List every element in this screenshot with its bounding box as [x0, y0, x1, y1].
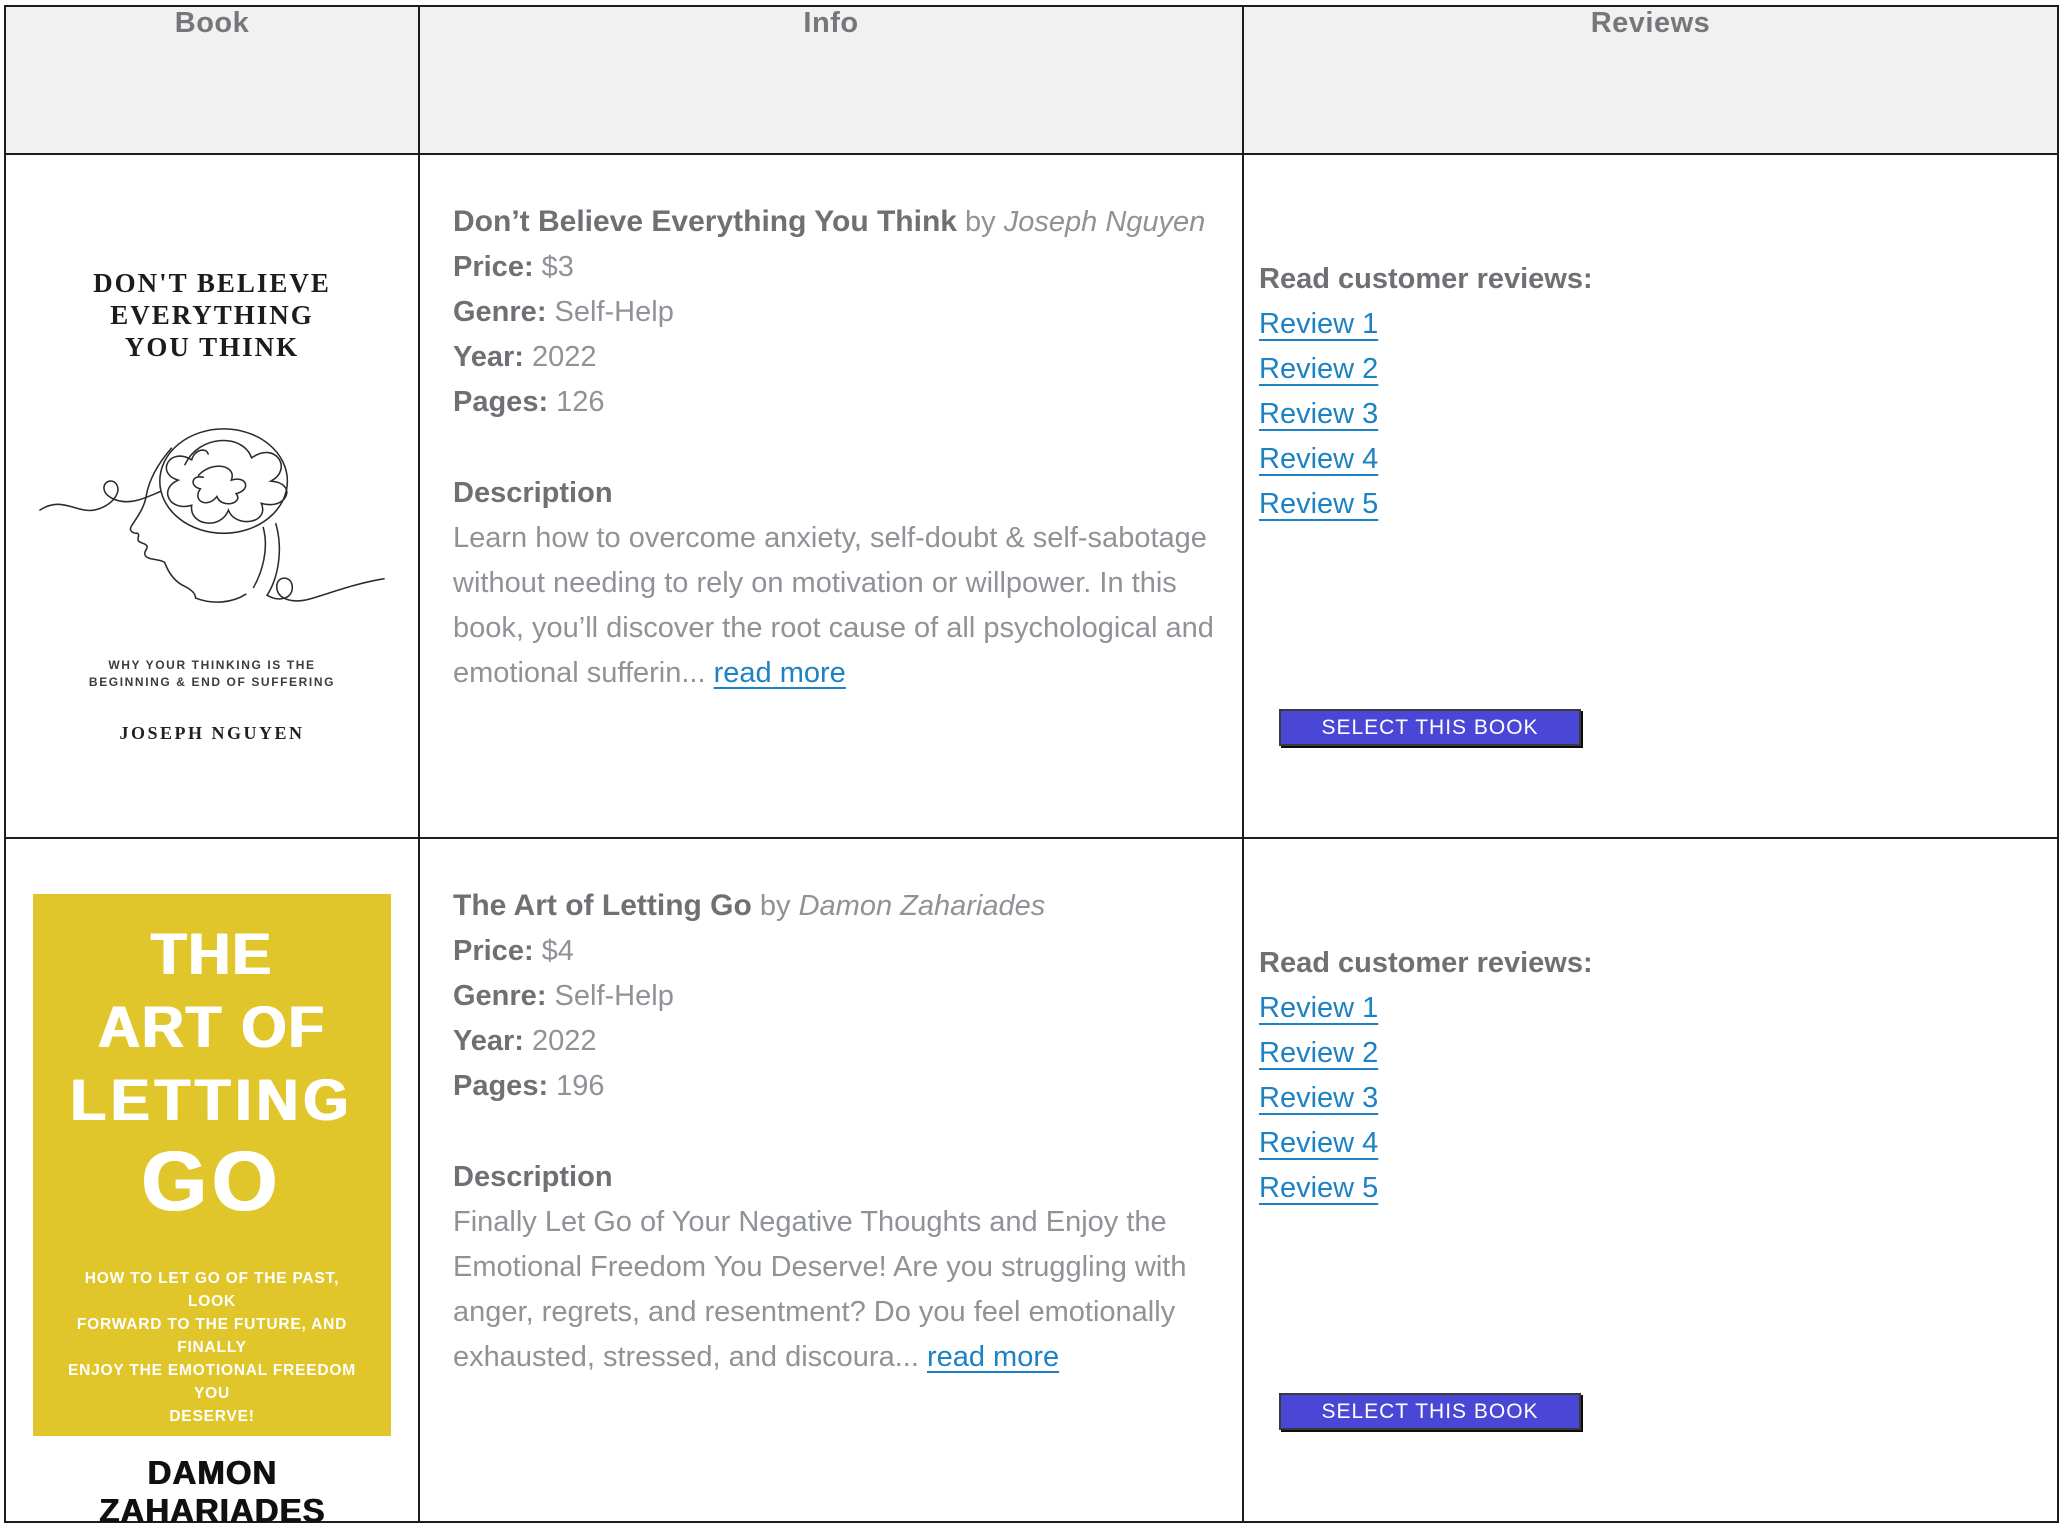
table-row: THE ART OF LETTING GO HOW TO LET GO OF T…: [5, 838, 2058, 1522]
description-text: Finally Let Go of Your Negative Thoughts…: [453, 1206, 1186, 1373]
cover-title-line: GO: [33, 1137, 391, 1225]
cover-subtitle-line: ENJOY THE EMOTIONAL FREEDOM YOU: [59, 1359, 365, 1405]
select-this-book-button[interactable]: SELECT THIS BOOK: [1279, 1393, 1581, 1430]
price-value: $3: [542, 251, 574, 283]
cover-author: JOSEPH NGUYEN: [33, 723, 391, 744]
pages-value: 126: [556, 386, 604, 418]
price-label: Price:: [453, 251, 534, 283]
review-link-4[interactable]: Review 4: [1259, 437, 1378, 482]
year-value: 2022: [532, 1025, 597, 1057]
cover-subtitle: WHY YOUR THINKING IS THE BEGINNING & END…: [33, 657, 391, 691]
cover-subtitle-line: WHY YOUR THINKING IS THE: [33, 657, 391, 674]
year-label: Year:: [453, 1025, 524, 1057]
book-title: The Art of Letting Go: [453, 889, 752, 922]
cover-title-line: THE: [33, 918, 391, 991]
description-block: Description Learn how to overcome anxiet…: [453, 471, 1223, 696]
genre-line: Genre: Self-Help: [453, 974, 1223, 1019]
book-info-cell: The Art of Letting Go by Damon Zahariade…: [419, 838, 1243, 1522]
genre-value: Self-Help: [555, 296, 674, 328]
book-info: The Art of Letting Go by Damon Zahariade…: [453, 883, 1223, 1380]
column-header-reviews: Reviews: [1243, 6, 2058, 154]
pages-label: Pages:: [453, 386, 548, 418]
select-this-book-button[interactable]: SELECT THIS BOOK: [1279, 709, 1581, 746]
price-value: $4: [542, 935, 574, 967]
pages-line: Pages: 126: [453, 380, 1223, 425]
by-word: by: [965, 206, 996, 238]
cover-title-line: DON'T BELIEVE: [33, 267, 391, 299]
reviews-cell: Read customer reviews: Review 1 Review 2…: [1243, 154, 2058, 838]
book-info-cell: Don’t Believe Everything You Think by Jo…: [419, 154, 1243, 838]
cover-subtitle-line: FORWARD TO THE FUTURE, AND FINALLY: [59, 1313, 365, 1359]
review-link-2[interactable]: Review 2: [1259, 347, 1378, 392]
review-link-1[interactable]: Review 1: [1259, 302, 1378, 347]
cover-subtitle-line: HOW TO LET GO OF THE PAST, LOOK: [59, 1267, 365, 1313]
table-row: DON'T BELIEVE EVERYTHING YOU THINK: [5, 154, 2058, 838]
cover-title: THE ART OF LETTING GO: [33, 894, 391, 1225]
reviews-heading: Read customer reviews:: [1259, 941, 2037, 986]
review-link-1[interactable]: Review 1: [1259, 986, 1378, 1031]
cover-subtitle: HOW TO LET GO OF THE PAST, LOOK FORWARD …: [33, 1267, 391, 1428]
book-title-line: Don’t Believe Everything You Think by Jo…: [453, 199, 1223, 245]
year-line: Year: 2022: [453, 335, 1223, 380]
price-line: Price: $3: [453, 245, 1223, 290]
book-cover-dont-believe: DON'T BELIEVE EVERYTHING YOU THINK: [33, 205, 391, 775]
column-header-info: Info: [419, 6, 1243, 154]
review-link-2[interactable]: Review 2: [1259, 1031, 1378, 1076]
description-heading: Description: [453, 1155, 1223, 1200]
table-header-row: Book Info Reviews: [5, 6, 2058, 154]
reviews-heading: Read customer reviews:: [1259, 257, 2037, 302]
cover-title-line: LETTING: [33, 1064, 391, 1137]
book-title: Don’t Believe Everything You Think: [453, 205, 957, 238]
review-link-3[interactable]: Review 3: [1259, 1076, 1378, 1121]
book-author: Joseph Nguyen: [1004, 206, 1206, 238]
books-table: Book Info Reviews DON'T BELIEVE EVERYTHI…: [4, 5, 2059, 1523]
book-author: Damon Zahariades: [799, 890, 1046, 922]
review-link-4[interactable]: Review 4: [1259, 1121, 1378, 1166]
by-word: by: [760, 890, 791, 922]
price-line: Price: $4: [453, 929, 1223, 974]
read-more-link[interactable]: read more: [714, 657, 846, 689]
book-cover-art-of-letting-go: THE ART OF LETTING GO HOW TO LET GO OF T…: [33, 894, 391, 1436]
genre-value: Self-Help: [555, 980, 674, 1012]
book-cover-cell: THE ART OF LETTING GO HOW TO LET GO OF T…: [5, 838, 419, 1522]
cover-title-line: YOU THINK: [33, 331, 391, 363]
page: Book Info Reviews DON'T BELIEVE EVERYTHI…: [0, 0, 2065, 1523]
genre-label: Genre:: [453, 980, 546, 1012]
review-link-5[interactable]: Review 5: [1259, 1166, 1378, 1211]
review-link-5[interactable]: Review 5: [1259, 482, 1378, 527]
cover-author: DAMON ZAHARIADES: [33, 1454, 391, 1530]
book-title-line: The Art of Letting Go by Damon Zahariade…: [453, 883, 1223, 929]
year-label: Year:: [453, 341, 524, 373]
cover-subtitle-line: BEGINNING & END OF SUFFERING: [33, 674, 391, 691]
year-value: 2022: [532, 341, 597, 373]
pages-line: Pages: 196: [453, 1064, 1223, 1109]
cover-subtitle-line: DESERVE!: [59, 1405, 365, 1428]
book-info: Don’t Believe Everything You Think by Jo…: [453, 199, 1223, 696]
review-link-3[interactable]: Review 3: [1259, 392, 1378, 437]
pages-value: 196: [556, 1070, 604, 1102]
column-header-book: Book: [5, 6, 419, 154]
description-block: Description Finally Let Go of Your Negat…: [453, 1155, 1223, 1380]
cover-title-line: EVERYTHING: [33, 299, 391, 331]
reviews-cell: Read customer reviews: Review 1 Review 2…: [1243, 838, 2058, 1522]
book-cover-cell: DON'T BELIEVE EVERYTHING YOU THINK: [5, 154, 419, 838]
genre-label: Genre:: [453, 296, 546, 328]
read-more-link[interactable]: read more: [927, 1341, 1059, 1373]
cover-title: DON'T BELIEVE EVERYTHING YOU THINK: [33, 205, 391, 363]
genre-line: Genre: Self-Help: [453, 290, 1223, 335]
description-heading: Description: [453, 471, 1223, 516]
tangled-mind-line-art: [38, 419, 386, 607]
year-line: Year: 2022: [453, 1019, 1223, 1064]
pages-label: Pages:: [453, 1070, 548, 1102]
price-label: Price:: [453, 935, 534, 967]
cover-title-line: ART OF: [33, 991, 391, 1064]
